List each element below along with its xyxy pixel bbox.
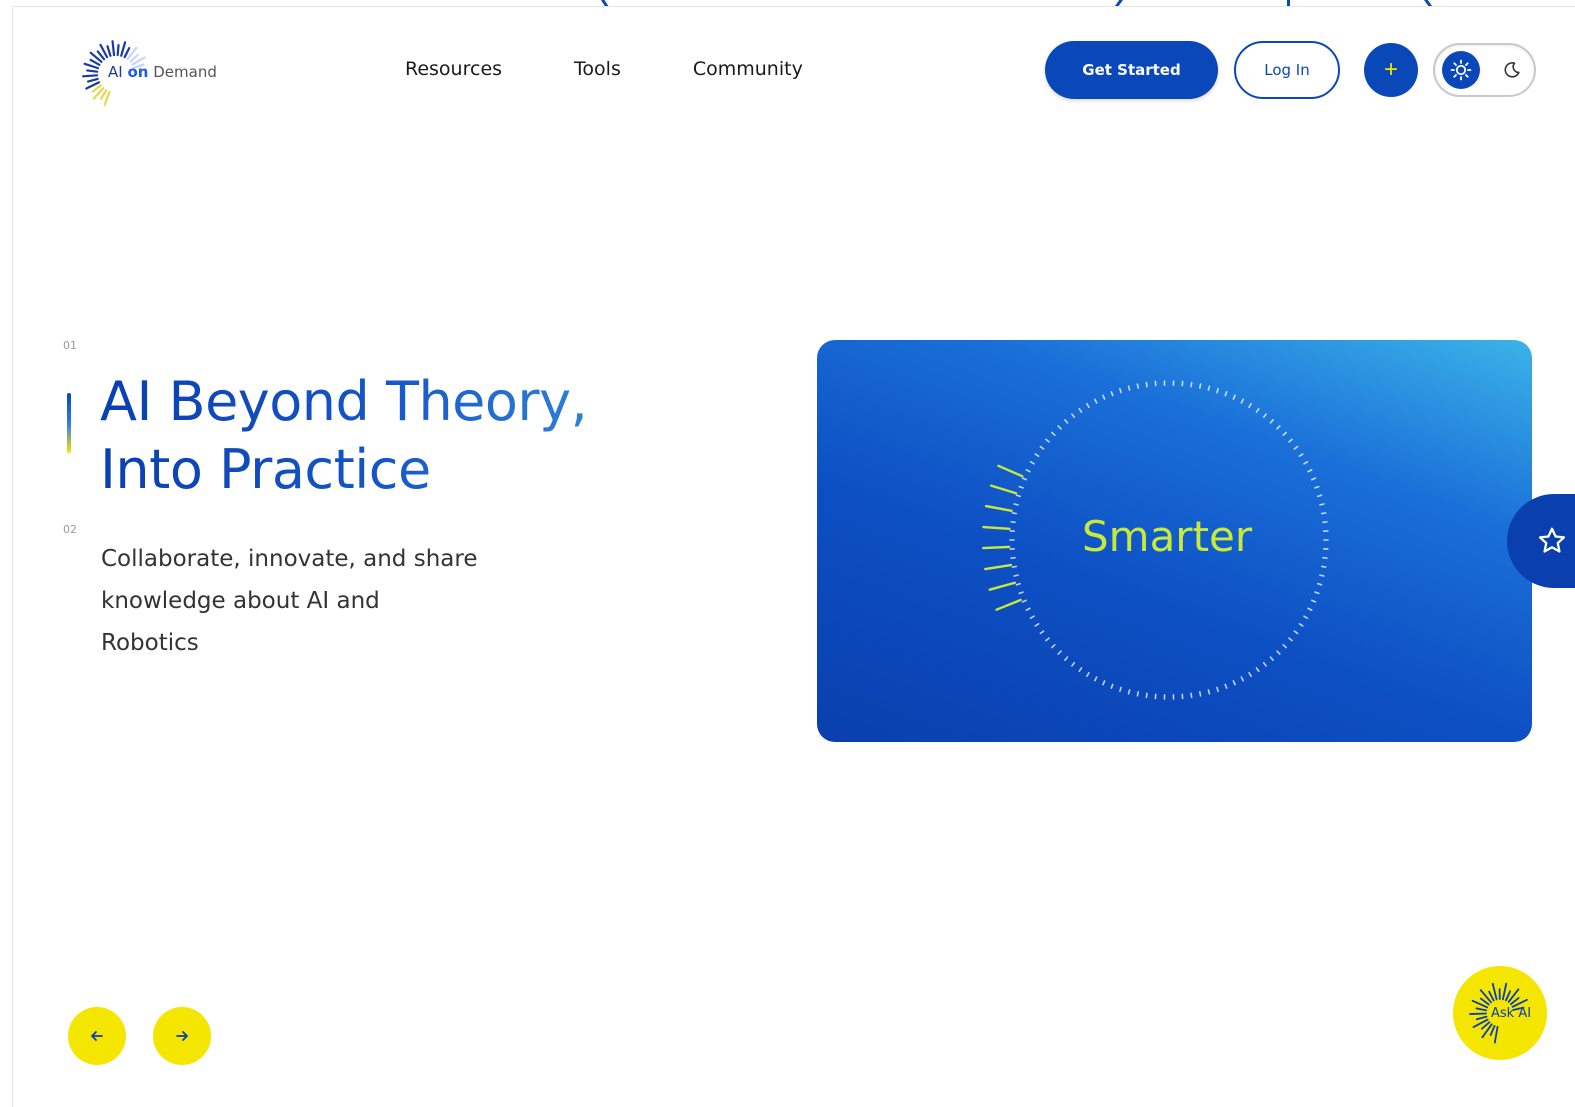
logo-word-demand: Demand — [153, 63, 217, 81]
sun-icon[interactable] — [1442, 51, 1480, 89]
hero-card-word: Smarter — [1082, 512, 1252, 561]
star-icon — [1536, 525, 1568, 557]
login-button[interactable]: Log In — [1234, 41, 1340, 99]
hero-visual-card: Smarter — [817, 340, 1532, 742]
main-nav: Resources Tools Community — [405, 58, 803, 80]
theme-toggle[interactable] — [1433, 43, 1536, 97]
hero-subtitle: Collaborate, innovate, and share knowled… — [101, 538, 481, 664]
logo-wordmark[interactable]: AI on Demand — [108, 63, 217, 81]
nav-resources[interactable]: Resources — [405, 58, 502, 80]
ask-ai-label: Ask AI — [1491, 1006, 1531, 1021]
carousel-next-button[interactable] — [153, 1007, 211, 1065]
moon-icon[interactable] — [1495, 53, 1529, 87]
active-slide-indicator — [67, 393, 71, 453]
hero-title: AI Beyond Theory, Into Practice — [100, 368, 720, 504]
nav-tools[interactable]: Tools — [574, 58, 621, 80]
logo-word-ai: AI — [108, 63, 123, 81]
arrow-right-icon — [173, 1027, 191, 1045]
ask-ai-button[interactable]: Ask AI — [1453, 966, 1547, 1060]
slide-number-2[interactable]: 02 — [63, 523, 77, 536]
carousel-prev-button[interactable] — [68, 1007, 126, 1065]
hero-title-line-1: AI Beyond Theory, — [100, 370, 587, 433]
add-button[interactable]: + — [1364, 43, 1418, 97]
arrow-left-icon — [88, 1027, 106, 1045]
slide-number-1[interactable]: 01 — [63, 339, 77, 352]
nav-community[interactable]: Community — [693, 58, 803, 80]
hero-title-line-2: Into Practice — [100, 438, 431, 501]
logo-word-on: on — [127, 63, 148, 81]
get-started-button[interactable]: Get Started — [1045, 41, 1218, 99]
